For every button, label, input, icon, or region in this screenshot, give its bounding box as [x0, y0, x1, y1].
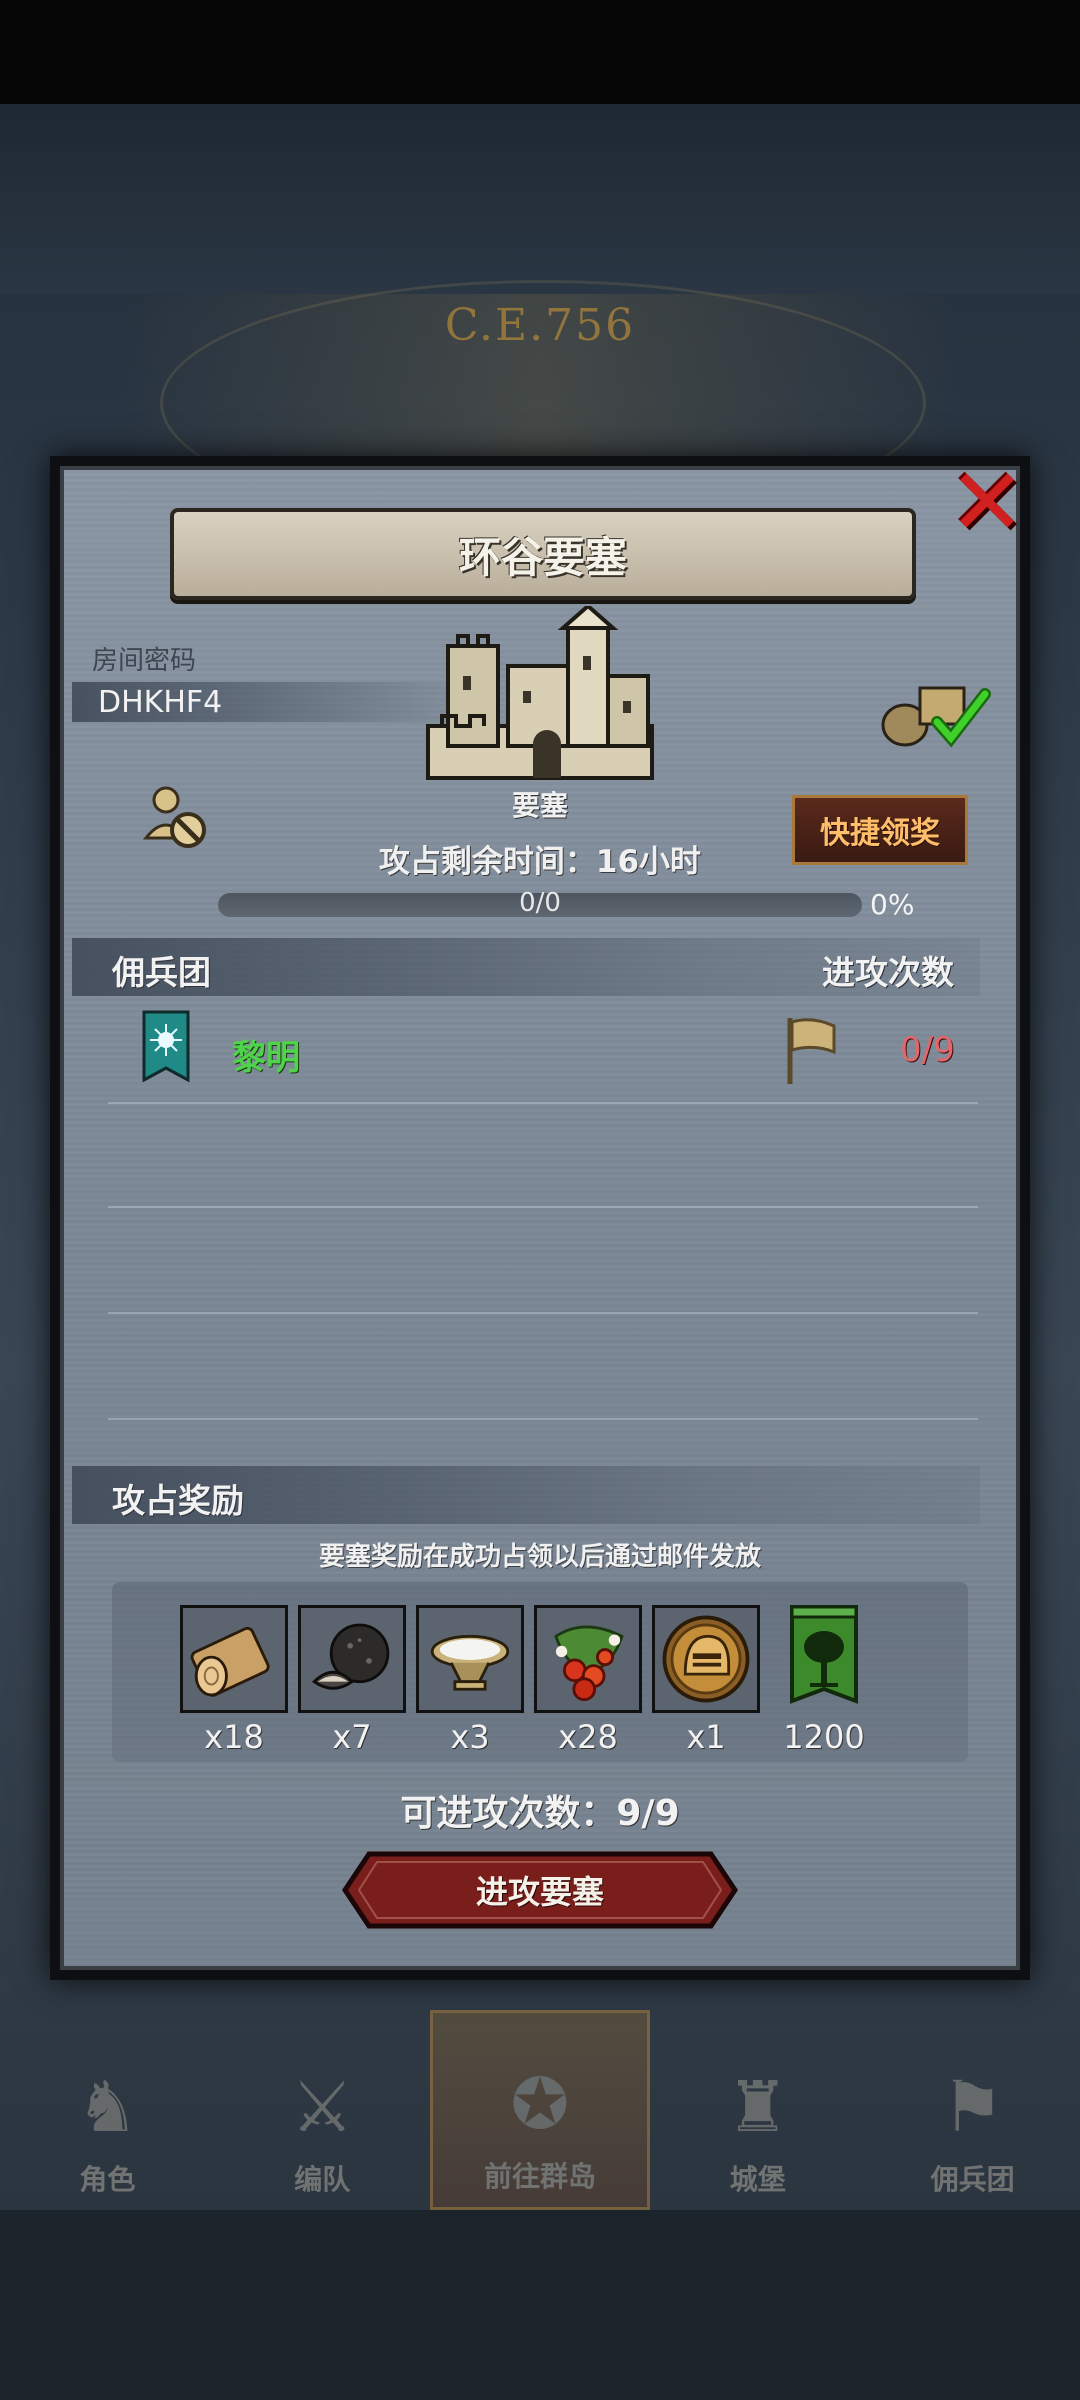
- nav-label: 前往群岛: [483, 2160, 596, 2193]
- reward-qty: x3: [450, 1718, 490, 1756]
- nav-label: 佣兵团: [930, 2163, 1015, 2196]
- bottom-nav: ♞ 角色 ⚔ 编队 ✪ 前往群岛 ♜ 城堡 ⚑ 佣兵团: [0, 2010, 1080, 2210]
- attacks-column-header: 进攻次数: [822, 953, 954, 992]
- nav-item-mercenary[interactable]: ⚑ 佣兵团: [865, 2010, 1080, 2210]
- reward-qty: x18: [204, 1718, 264, 1756]
- row-divider: [108, 1102, 978, 1104]
- attacks-available: 可进攻次数：9/9: [400, 1793, 680, 1834]
- system-nav-area: [0, 2210, 1080, 2400]
- close-button[interactable]: ✕: [942, 449, 1032, 556]
- status-bar-area: [0, 0, 1080, 104]
- progress-percent: 0%: [870, 888, 915, 921]
- nav-item-islands[interactable]: ✪ 前往群岛: [429, 2010, 651, 2210]
- guild-attack-count: 0/9: [900, 1030, 955, 1070]
- reward-qty: x1: [686, 1718, 726, 1756]
- reward-qty: x28: [558, 1718, 618, 1756]
- dialog-title: 环谷要塞: [458, 532, 627, 582]
- time-remaining: 攻占剩余时间：16小时: [0, 836, 1080, 881]
- reward-qty: x7: [332, 1718, 372, 1756]
- mercenary-section-title: 佣兵团: [112, 953, 211, 992]
- reward-item[interactable]: [180, 1605, 288, 1713]
- progress-count: 0/0: [519, 888, 561, 918]
- compass-icon: ✪: [510, 2063, 570, 2145]
- fortress-icon: [426, 606, 654, 780]
- row-divider: [108, 1206, 978, 1208]
- rewards-note: 要塞奖励在成功占领以后通过邮件发放: [318, 1542, 761, 1572]
- attack-fortress-label: 进攻要塞: [475, 1873, 604, 1911]
- reward-bags-check-icon[interactable]: [875, 670, 995, 750]
- nav-item-castle[interactable]: ♜ 城堡: [650, 2010, 865, 2210]
- reward-item[interactable]: [770, 1605, 878, 1713]
- era-label: C.E.756: [444, 300, 636, 351]
- nav-item-character[interactable]: ♞ 角色: [0, 2010, 215, 2210]
- header-background: [0, 104, 1080, 294]
- nav-item-formation[interactable]: ⚔ 编队: [215, 2010, 430, 2210]
- nav-label: 角色: [79, 2163, 136, 2196]
- guild-banner-icon: [142, 1010, 190, 1082]
- salt-bowl-icon: [419, 1608, 521, 1710]
- reward-item[interactable]: [298, 1605, 406, 1713]
- mercenary-icon: ⚑: [941, 2066, 1004, 2148]
- row-divider: [108, 1418, 978, 1420]
- reward-item[interactable]: [534, 1605, 642, 1713]
- castle-icon: ♜: [726, 2066, 790, 2148]
- flag-icon: [787, 1018, 836, 1084]
- rewards-section-title: 攻占奖励: [112, 1481, 244, 1520]
- reward-item[interactable]: [416, 1605, 524, 1713]
- guild-tree-banner-icon: [790, 1605, 858, 1704]
- room-code-label: 房间密码: [92, 646, 197, 676]
- character-icon: ♞: [76, 2066, 139, 2148]
- time-remaining-prefix: 攻占剩余时间：: [378, 844, 596, 880]
- close-icon: ✕: [948, 449, 1026, 556]
- room-code[interactable]: DHKHF4: [98, 685, 222, 720]
- berries-icon: [537, 1608, 639, 1710]
- time-remaining-value: 16小时: [595, 844, 702, 880]
- fortress-label: 要塞: [511, 789, 568, 822]
- truffle-icon: [301, 1608, 403, 1710]
- reward-item[interactable]: [652, 1605, 760, 1713]
- wood-log-icon: [183, 1608, 285, 1710]
- helmet-coin-icon: [655, 1608, 757, 1710]
- nav-label: 编队: [294, 2163, 351, 2196]
- guild-name[interactable]: 黎明: [232, 1030, 300, 1079]
- formation-icon: ⚔: [290, 2066, 354, 2148]
- nav-label: 城堡: [729, 2163, 786, 2196]
- dialog-title-banner: 环谷要塞: [170, 508, 916, 600]
- reward-qty: 1200: [783, 1718, 865, 1756]
- row-divider: [108, 1312, 978, 1314]
